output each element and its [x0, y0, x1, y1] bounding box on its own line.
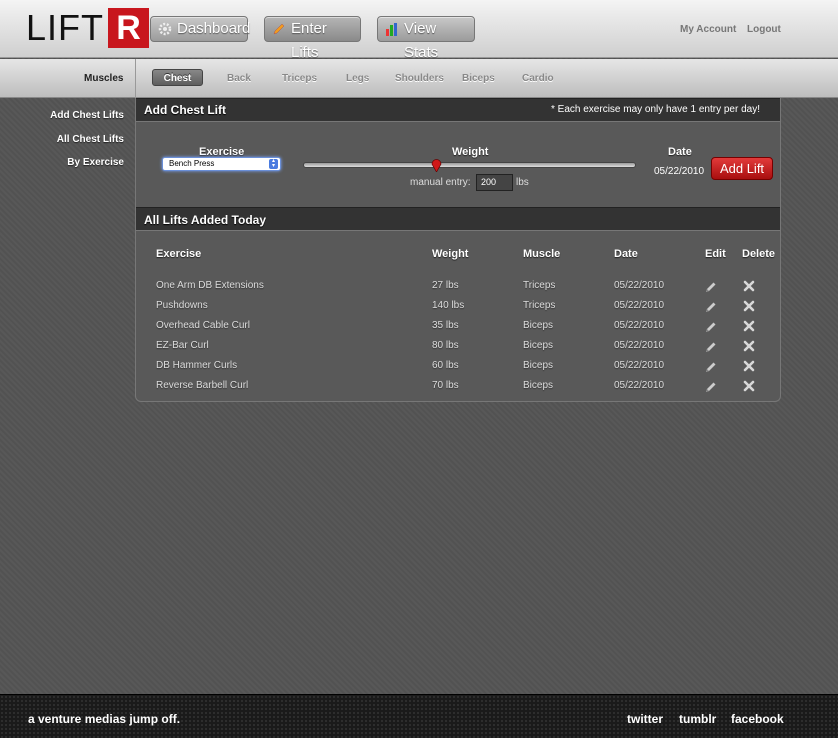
view-stats-button[interactable]: View Stats	[377, 16, 475, 61]
logo-box: R	[108, 8, 150, 48]
exercise-cell: Reverse Barbell Curl	[156, 380, 249, 391]
twitter-link[interactable]: twitter	[627, 712, 663, 726]
muscle-cell: Biceps	[523, 360, 554, 371]
tumblr-link[interactable]: tumblr	[679, 712, 716, 726]
tab-chest[interactable]: Chest	[152, 69, 203, 86]
tab-legs[interactable]: Legs	[346, 73, 369, 84]
footer-tagline: a venture medias jump off.	[28, 712, 181, 726]
muscle-cell: Triceps	[523, 300, 556, 311]
unit-label: lbs	[516, 177, 529, 188]
facebook-link[interactable]: facebook	[731, 712, 784, 726]
exercise-cell: Overhead Cable Curl	[156, 320, 250, 331]
dashboard-label: Dashboard	[177, 20, 251, 37]
date-label: Date	[668, 146, 692, 158]
my-account-link[interactable]: My Account	[680, 24, 736, 35]
gear-icon	[158, 22, 172, 36]
slider-handle-icon[interactable]	[431, 158, 442, 172]
col-date: Date	[614, 248, 638, 260]
lifts-today-title: All Lifts Added Today	[144, 213, 266, 227]
tab-shoulders[interactable]: Shoulders	[395, 73, 444, 84]
manual-entry-input[interactable]: 200	[476, 174, 513, 191]
col-muscle: Muscle	[523, 248, 561, 260]
entry-note: * Each exercise may only have 1 entry pe…	[551, 104, 760, 115]
delete-x-icon[interactable]	[743, 320, 755, 332]
logo-text: LIFT	[26, 7, 105, 48]
date-cell: 05/22/2010	[614, 360, 665, 371]
tab-triceps[interactable]: Triceps	[282, 73, 317, 84]
delete-x-icon[interactable]	[743, 300, 755, 312]
delete-x-icon[interactable]	[743, 380, 755, 392]
bar-chart-icon	[386, 23, 397, 36]
dashboard-button[interactable]: Dashboard	[150, 16, 251, 42]
exercise-select-value: Bench Press	[169, 159, 215, 168]
muscle-cell: Biceps	[523, 340, 554, 351]
edit-pencil-icon[interactable]	[705, 381, 717, 393]
logout-link[interactable]: Logout	[747, 24, 781, 35]
sidebar-item-by-exercise[interactable]: By Exercise	[67, 157, 124, 168]
select-arrows-icon: ▴ ▾	[269, 158, 278, 169]
sidebar-item-all-chest-lifts[interactable]: All Chest Lifts	[57, 134, 124, 145]
exercise-cell: Pushdowns	[156, 300, 208, 311]
muscle-cell: Biceps	[523, 320, 554, 331]
exercise-cell: DB Hammer Curls	[156, 360, 238, 371]
date-value: 05/22/2010	[654, 166, 705, 177]
weight-cell: 80 lbs	[432, 340, 459, 351]
tab-biceps[interactable]: Biceps	[462, 73, 495, 84]
col-edit: Edit	[705, 248, 726, 260]
date-cell: 05/22/2010	[614, 380, 665, 391]
date-cell: 05/22/2010	[614, 300, 665, 311]
col-weight: Weight	[432, 248, 469, 260]
edit-pencil-icon[interactable]	[705, 321, 717, 333]
delete-x-icon[interactable]	[743, 360, 755, 372]
date-cell: 05/22/2010	[614, 340, 665, 351]
edit-pencil-icon[interactable]	[705, 361, 717, 373]
date-cell: 05/22/2010	[614, 320, 665, 331]
exercise-select[interactable]: Bench Press ▴ ▾	[162, 157, 281, 171]
manual-entry-label: manual entry:	[410, 177, 471, 188]
subnav-divider	[135, 59, 136, 98]
sidebar-item-add-chest-lifts[interactable]: Add Chest Lifts	[50, 110, 124, 121]
view-stats-label: View Stats	[404, 20, 439, 61]
exercise-cell: One Arm DB Extensions	[156, 280, 264, 291]
muscles-label: Muscles	[84, 73, 124, 84]
weight-cell: 60 lbs	[432, 360, 459, 371]
weight-label: Weight	[452, 146, 489, 158]
weight-cell: 27 lbs	[432, 280, 459, 291]
weight-cell: 140 lbs	[432, 300, 465, 311]
logo-letter: R	[116, 9, 141, 47]
edit-pencil-icon[interactable]	[705, 341, 717, 353]
tab-back[interactable]: Back	[227, 73, 251, 84]
edit-pencil-icon[interactable]	[705, 281, 717, 293]
tab-cardio[interactable]: Cardio	[522, 73, 554, 84]
enter-lifts-button[interactable]: Enter Lifts	[264, 16, 361, 61]
date-cell: 05/22/2010	[614, 280, 665, 291]
delete-x-icon[interactable]	[743, 340, 755, 352]
muscle-cell: Triceps	[523, 280, 556, 291]
delete-x-icon[interactable]	[743, 280, 755, 292]
muscle-cell: Biceps	[523, 380, 554, 391]
weight-cell: 35 lbs	[432, 320, 459, 331]
edit-pencil-icon[interactable]	[705, 301, 717, 313]
exercise-cell: EZ-Bar Curl	[156, 340, 209, 351]
col-delete: Delete	[742, 248, 776, 260]
logo[interactable]: LIFT R	[26, 7, 150, 48]
weight-slider[interactable]	[303, 162, 636, 168]
weight-cell: 70 lbs	[432, 380, 459, 391]
col-exercise: Exercise	[156, 248, 202, 260]
pencil-icon	[273, 23, 285, 35]
add-lift-button[interactable]: Add Lift	[711, 157, 773, 180]
add-lift-title: Add Chest Lift	[144, 103, 226, 117]
